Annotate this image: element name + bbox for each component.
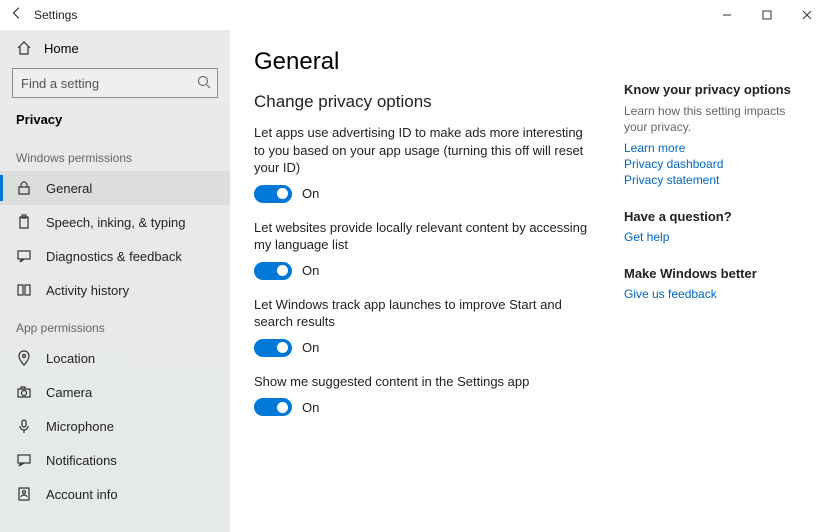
titlebar: Settings: [0, 0, 827, 30]
sidebar-item-speech[interactable]: Speech, inking, & typing: [0, 205, 230, 239]
notifications-icon: [16, 452, 32, 468]
sidebar-item-label: Notifications: [46, 453, 117, 468]
page-subtitle: Change privacy options: [254, 92, 624, 112]
sidebar-item-label: Microphone: [46, 419, 114, 434]
sidebar-item-label: Activity history: [46, 283, 129, 298]
location-icon: [16, 350, 32, 366]
sidebar: Home Privacy Windows permissions General…: [0, 30, 230, 532]
aside-better-heading: Make Windows better: [624, 266, 804, 281]
toggle-desc: Show me suggested content in the Setting…: [254, 373, 594, 391]
sidebar-item-camera[interactable]: Camera: [0, 375, 230, 409]
aside-privacy-sub: Learn how this setting impacts your priv…: [624, 103, 804, 135]
sidebar-item-label: Account info: [46, 487, 118, 502]
toggle-advertising-id: Let apps use advertising ID to make ads …: [254, 124, 624, 203]
maximize-button[interactable]: [747, 0, 787, 30]
home-nav-item[interactable]: Home: [0, 30, 230, 64]
toggle-switch[interactable]: [254, 398, 292, 416]
sidebar-item-label: Camera: [46, 385, 92, 400]
lock-icon: [16, 180, 32, 196]
sidebar-item-activity[interactable]: Activity history: [0, 273, 230, 307]
microphone-icon: [16, 418, 32, 434]
sidebar-item-label: Speech, inking, & typing: [46, 215, 185, 230]
sidebar-item-label: Diagnostics & feedback: [46, 249, 182, 264]
page-title: General: [254, 48, 624, 76]
home-label: Home: [44, 41, 79, 56]
link-privacy-statement[interactable]: Privacy statement: [624, 173, 804, 187]
account-icon: [16, 486, 32, 502]
back-icon[interactable]: [10, 6, 24, 25]
sidebar-item-label: General: [46, 181, 92, 196]
toggle-state: On: [302, 400, 319, 415]
main-primary: General Change privacy options Let apps …: [254, 48, 624, 532]
minimize-button[interactable]: [707, 0, 747, 30]
home-icon: [16, 40, 32, 56]
toggle-switch[interactable]: [254, 262, 292, 280]
toggle-track-launches: Let Windows track app launches to improv…: [254, 296, 624, 357]
search-input[interactable]: [12, 68, 218, 98]
aside-question-heading: Have a question?: [624, 209, 804, 224]
toggle-switch[interactable]: [254, 185, 292, 203]
close-button[interactable]: [787, 0, 827, 30]
sidebar-item-label: Location: [46, 351, 95, 366]
main-area: General Change privacy options Let apps …: [230, 30, 827, 532]
search-wrapper: [12, 68, 218, 98]
toggle-switch[interactable]: [254, 339, 292, 357]
window-controls: [707, 0, 827, 30]
titlebar-left: Settings: [10, 6, 77, 25]
sidebar-item-diagnostics[interactable]: Diagnostics & feedback: [0, 239, 230, 273]
toggle-desc: Let Windows track app launches to improv…: [254, 296, 594, 331]
sidebar-item-account[interactable]: Account info: [0, 477, 230, 511]
aside-privacy-heading: Know your privacy options: [624, 82, 804, 97]
group-app-permissions: App permissions: [0, 307, 230, 341]
section-title: Privacy: [0, 108, 230, 137]
link-feedback[interactable]: Give us feedback: [624, 287, 804, 301]
link-learn-more[interactable]: Learn more: [624, 141, 804, 155]
link-get-help[interactable]: Get help: [624, 230, 804, 244]
window-title: Settings: [34, 8, 77, 22]
sidebar-item-notifications[interactable]: Notifications: [0, 443, 230, 477]
toggle-desc: Let apps use advertising ID to make ads …: [254, 124, 594, 177]
toggle-language-list: Let websites provide locally relevant co…: [254, 219, 624, 280]
toggle-state: On: [302, 340, 319, 355]
sidebar-item-location[interactable]: Location: [0, 341, 230, 375]
sidebar-item-microphone[interactable]: Microphone: [0, 409, 230, 443]
link-privacy-dashboard[interactable]: Privacy dashboard: [624, 157, 804, 171]
feedback-icon: [16, 248, 32, 264]
toggle-suggested-content: Show me suggested content in the Setting…: [254, 373, 624, 417]
aside: Know your privacy options Learn how this…: [624, 48, 804, 532]
group-windows-permissions: Windows permissions: [0, 137, 230, 171]
camera-icon: [16, 384, 32, 400]
history-icon: [16, 282, 32, 298]
toggle-desc: Let websites provide locally relevant co…: [254, 219, 594, 254]
sidebar-item-general[interactable]: General: [0, 171, 230, 205]
clipboard-icon: [16, 214, 32, 230]
toggle-state: On: [302, 263, 319, 278]
search-icon[interactable]: [196, 74, 212, 95]
toggle-state: On: [302, 186, 319, 201]
